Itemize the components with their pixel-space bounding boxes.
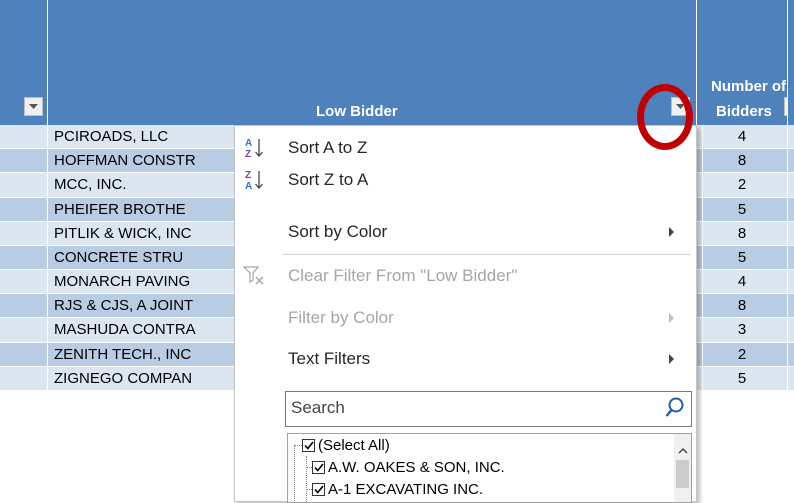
number-filter-button[interactable] [784,97,787,116]
sort-ascending-icon: A Z [243,136,265,160]
menu-label: Text Filters [288,349,371,368]
row-cell[interactable] [788,294,794,317]
row-cell[interactable] [788,173,794,196]
svg-text:Z: Z [245,149,251,160]
svg-text:A: A [245,181,252,192]
autofilter-menu: A Z Sort A to Z Z A Sort Z to A Sort by … [234,125,697,503]
submenu-arrow-icon [669,354,674,364]
menu-label: Sort by Color [288,222,388,241]
bidders-cell[interactable]: 5 [697,197,788,221]
row-cell[interactable] [0,221,48,245]
bidders-cell[interactable]: 8 [697,149,788,173]
list-item-label: (Select All) [318,436,390,454]
row-cell[interactable] [0,318,48,342]
row-cell[interactable] [788,270,794,293]
filter-search-box[interactable]: Search [285,391,692,427]
svg-text:A: A [245,138,252,149]
list-item[interactable]: A-1 EXCAVATING INC. [312,478,483,500]
bidders-cell[interactable]: 5 [697,245,788,270]
bidders-cell[interactable]: 2 [697,173,788,197]
row-cell[interactable] [788,318,794,341]
menu-label: Sort Z to A [288,170,369,189]
row-cell[interactable] [788,198,794,221]
search-placeholder: Search [291,398,345,417]
bidders-cell[interactable]: 8 [697,221,788,245]
menu-item-sort-z-to-a[interactable]: Z A Sort Z to A [235,160,694,200]
row-cell[interactable] [788,246,794,269]
row-cell[interactable] [0,125,48,149]
submenu-arrow-icon [669,227,674,237]
number-header-clip: Number of Bidders [697,0,787,125]
row-cell[interactable] [788,367,794,390]
list-scrollbar[interactable] [674,434,691,502]
list-item-select-all[interactable]: (Select All) [302,434,390,456]
submenu-arrow-icon [669,313,674,323]
row-cell[interactable] [788,125,794,148]
bidders-cell[interactable]: 4 [697,125,788,149]
header-divider [47,0,48,125]
row-cell[interactable] [0,342,48,366]
number-of-bidders-header-line1: Number of [711,78,786,95]
row-cell[interactable] [0,366,48,390]
menu-item-clear-filter[interactable]: Clear Filter From "Low Bidder" [235,256,694,296]
tree-connector [294,445,295,502]
number-of-bidders-header-line2: Bidders [716,103,772,120]
menu-label: Clear Filter From "Low Bidder" [288,266,518,285]
row-cell[interactable] [788,222,794,245]
list-item-label: A-1 EXCAVATING INC. [328,480,484,498]
row-cell[interactable] [0,294,48,318]
svg-text:Z: Z [245,170,251,181]
clear-filter-icon [243,264,265,288]
menu-item-filter-by-color[interactable]: Filter by Color [235,298,694,338]
dropdown-arrow-icon [29,103,38,109]
row-cell[interactable] [0,197,48,221]
menu-label: Filter by Color [288,308,394,327]
row-cell[interactable] [0,245,48,270]
row-cell[interactable] [788,149,794,172]
low-bidder-header: Low Bidder [316,103,398,120]
magnifier-icon[interactable] [665,397,685,424]
list-item[interactable]: A.W. OAKES & SON, INC. [312,456,505,478]
row-cell[interactable] [788,343,794,366]
bidders-cell[interactable]: 8 [697,294,788,318]
menu-separator [283,254,691,255]
scroll-up-arrow-icon[interactable] [678,441,688,459]
row-cell[interactable] [0,173,48,197]
menu-item-sort-by-color[interactable]: Sort by Color [235,212,694,252]
column-a-filter-button[interactable] [24,97,43,116]
list-item-label: A.W. OAKES & SON, INC. [328,458,505,476]
bidders-cell[interactable]: 4 [697,270,788,294]
menu-label: Sort A to Z [288,138,368,157]
header-divider [787,0,788,125]
tree-connector [294,445,302,446]
bidders-cell[interactable]: 2 [697,342,788,366]
checkbox-checked-icon[interactable] [312,460,325,474]
filter-values-list: (Select All) A.W. OAKES & SON, INC. A-1 … [287,433,692,503]
tree-connector [306,456,307,502]
scrollbar-thumb[interactable] [676,460,689,488]
checkbox-checked-icon[interactable] [312,482,325,496]
bidders-cell[interactable]: 5 [697,366,788,390]
bidders-cell[interactable]: 3 [697,318,788,342]
highlight-circle [637,84,693,150]
sort-descending-icon: Z A [243,168,265,192]
menu-item-text-filters[interactable]: Text Filters [235,339,694,379]
row-cell[interactable] [0,270,48,294]
checkbox-checked-icon[interactable] [302,438,315,452]
row-cell[interactable] [0,149,48,173]
